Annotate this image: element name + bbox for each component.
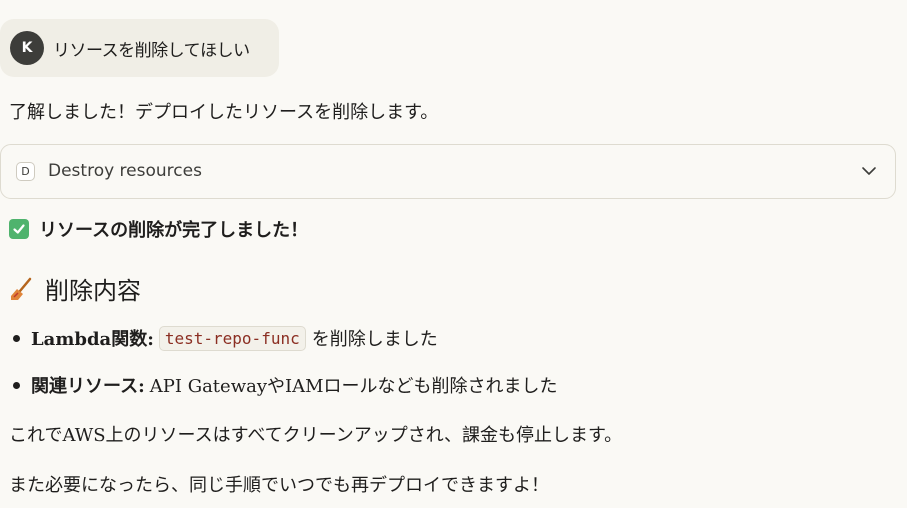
section-heading-text: 削除内容 bbox=[45, 277, 141, 305]
user-message: K リソースを削除してほしい bbox=[0, 19, 279, 77]
chevron-down-icon[interactable] bbox=[861, 163, 877, 179]
section-heading: 削除内容 bbox=[9, 271, 141, 306]
tool-call-block[interactable]: D Destroy resources bbox=[0, 144, 896, 199]
broom-icon bbox=[11, 277, 32, 300]
tool-call-label: Destroy resources bbox=[48, 161, 202, 181]
chat-page: K リソースを削除してほしい 了解しました！デプロイしたリソースを削除します。 … bbox=[0, 0, 907, 508]
user-message-text: リソースを削除してほしい bbox=[53, 40, 250, 61]
inline-code: test-repo-func bbox=[158, 325, 306, 351]
tool-badge: D bbox=[16, 162, 35, 181]
assistant-intro: 了解しました！デプロイしたリソースを削除します。 bbox=[9, 102, 439, 123]
list-item-text: API GatewayやIAMロールなども削除されました bbox=[149, 376, 558, 397]
summary-paragraph: これでAWS上のリソースはすべてクリーンアップされ、課金も停止します。 bbox=[9, 425, 623, 446]
status-text: リソースの削除が完了しました！ bbox=[39, 220, 309, 241]
list-item-label: Lambda関数: bbox=[31, 329, 154, 350]
avatar[interactable]: K bbox=[10, 31, 44, 65]
bullet-dot bbox=[13, 381, 20, 389]
list-item: Lambda関数: test-repo-func を削除しました bbox=[13, 325, 438, 351]
status-line: リソースの削除が完了しました！ bbox=[9, 216, 308, 242]
list-item: 関連リソース: API GatewayやIAMロールなども削除されました bbox=[13, 372, 558, 398]
list-item-text: を削除しました bbox=[311, 329, 438, 350]
check-mark-button-icon bbox=[9, 219, 29, 239]
bullet-dot bbox=[13, 334, 20, 342]
list-item-label: 関連リソース: bbox=[31, 376, 145, 397]
closing-paragraph: また必要になったら、同じ手順でいつでも再デプロイできますよ！ bbox=[9, 475, 549, 496]
